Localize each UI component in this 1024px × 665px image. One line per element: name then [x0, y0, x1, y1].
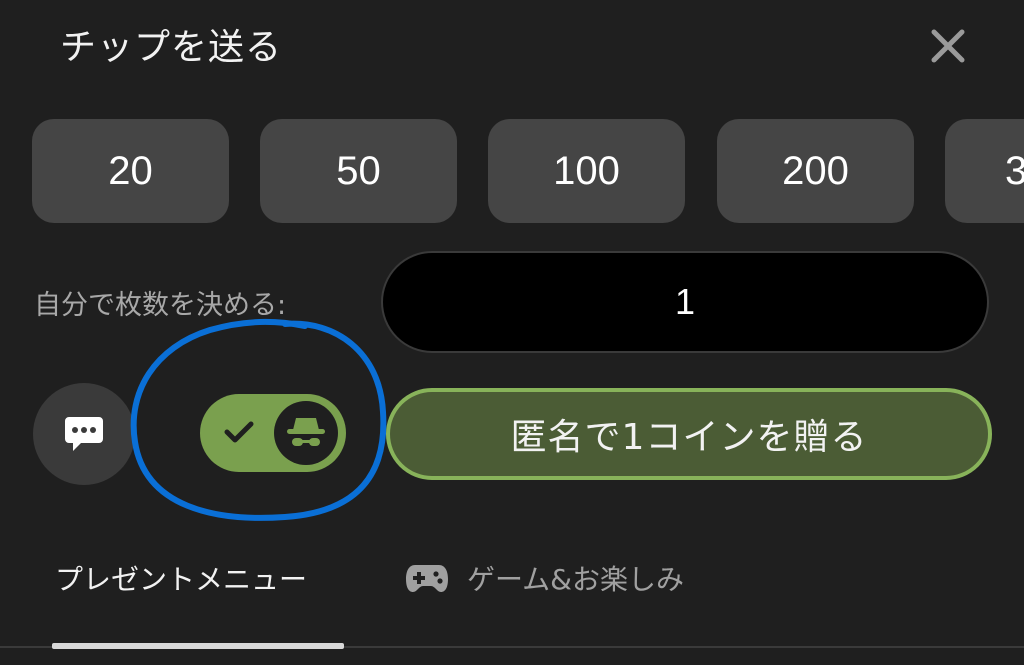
- tab-game-entertainment[interactable]: ゲーム&お楽しみ: [405, 555, 684, 601]
- tip-dialog: チップを送る 20 50 100 200 3 自分で枚数を決める: 1 匿名で1…: [0, 0, 1024, 665]
- amount-button-20[interactable]: 20: [32, 119, 229, 223]
- anonymous-toggle[interactable]: [200, 394, 346, 472]
- active-tab-indicator: [52, 643, 344, 649]
- toggle-knob: [274, 401, 338, 465]
- close-icon: [931, 29, 965, 63]
- amount-options: 20 50 100 200 3: [32, 119, 1024, 223]
- incognito-icon: [287, 418, 325, 446]
- custom-amount-input[interactable]: [381, 251, 989, 353]
- custom-amount-label: 自分で枚数を決める:: [34, 290, 287, 321]
- chat-bubble-icon: [65, 417, 103, 451]
- amount-button-partial[interactable]: 3: [945, 119, 1024, 223]
- tab-present-menu[interactable]: プレゼントメニュー: [55, 555, 307, 601]
- chat-button[interactable]: [33, 383, 135, 485]
- amount-button-200[interactable]: 200: [717, 119, 914, 223]
- send-anonymous-button[interactable]: 匿名で1コインを贈る: [386, 388, 992, 480]
- amount-button-50[interactable]: 50: [260, 119, 457, 223]
- gamepad-icon: [406, 565, 448, 592]
- amount-button-100[interactable]: 100: [488, 119, 685, 223]
- dialog-title: チップを送る: [60, 27, 283, 68]
- close-button[interactable]: [928, 26, 968, 66]
- tab-game-label: ゲーム&お楽しみ: [467, 563, 684, 596]
- checkmark-icon: [224, 421, 254, 443]
